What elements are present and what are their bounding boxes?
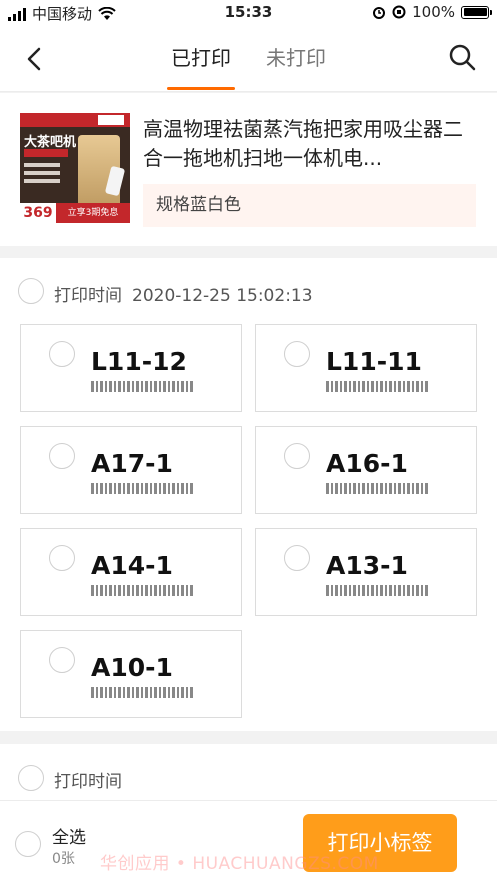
product-image-promo: 立享3期免息 <box>56 203 130 223</box>
label-select-radio[interactable] <box>49 341 75 367</box>
select-all-label[interactable]: 全选 <box>52 823 86 848</box>
label-card[interactable]: A13-1 <box>255 528 477 616</box>
alarm-icon <box>373 7 386 19</box>
label-code: A13-1 <box>326 551 408 580</box>
barcode-icon <box>326 483 429 494</box>
barcode-icon <box>91 483 194 494</box>
label-code: A14-1 <box>91 551 173 580</box>
label-card[interactable]: L11-11 <box>255 324 477 412</box>
group-select-radio[interactable] <box>18 278 44 304</box>
label-code: A16-1 <box>326 449 408 478</box>
battery-percent: 100% <box>412 3 455 21</box>
label-select-radio[interactable] <box>49 545 75 571</box>
product-title: 高温物理祛菌蒸汽拖把家用吸尘器二合一拖地机扫地一体机电... <box>143 117 463 170</box>
label-card[interactable]: A10-1 <box>20 630 242 718</box>
barcode-icon <box>91 381 194 392</box>
chevron-left-icon[interactable] <box>20 44 50 74</box>
print-time-label: 打印时间 <box>54 286 122 306</box>
print-labels-button[interactable]: 打印小标签 <box>303 814 457 872</box>
label-select-radio[interactable] <box>284 443 310 469</box>
group-header: 打印时间 <box>54 767 122 792</box>
battery-icon <box>461 5 492 19</box>
barcode-icon <box>326 381 429 392</box>
print-timestamp: 2020-12-25 15:02:13 <box>132 286 313 306</box>
nav-bar: 已打印 未打印 <box>0 24 497 92</box>
label-select-radio[interactable] <box>49 443 75 469</box>
label-select-radio[interactable] <box>284 545 310 571</box>
label-select-radio[interactable] <box>49 647 75 673</box>
rotation-lock-icon <box>392 5 406 19</box>
label-code: L11-11 <box>326 347 422 376</box>
selected-count: 0张 <box>52 851 75 867</box>
label-code: A17-1 <box>91 449 173 478</box>
tab-printed[interactable]: 已打印 <box>171 42 231 71</box>
product-spec: 规格蓝白色 <box>143 184 476 227</box>
search-icon[interactable] <box>447 42 477 72</box>
print-group: 打印时间 <box>0 744 497 804</box>
label-card[interactable]: A14-1 <box>20 528 242 616</box>
barcode-icon <box>326 585 429 596</box>
label-code: A10-1 <box>91 653 173 682</box>
label-code: L11-12 <box>91 347 187 376</box>
label-select-radio[interactable] <box>284 341 310 367</box>
bottom-action-bar: 全选 0张 打印小标签 <box>0 800 497 883</box>
product-card: 大茶吧机 369 立享3期免息 高温物理祛菌蒸汽拖把家用吸尘器二合一拖地机扫地一… <box>0 93 497 246</box>
label-card[interactable]: A16-1 <box>255 426 477 514</box>
select-all-radio[interactable] <box>15 831 41 857</box>
label-card[interactable]: A17-1 <box>20 426 242 514</box>
tab-unprinted[interactable]: 未打印 <box>266 42 326 71</box>
barcode-icon <box>91 687 194 698</box>
label-card[interactable]: L11-12 <box>20 324 242 412</box>
status-bar: 中国移动 15:33 100% <box>0 0 497 24</box>
tab-indicator <box>167 87 235 90</box>
group-header: 打印时间 2020-12-25 15:02:13 <box>54 281 313 306</box>
print-time-label: 打印时间 <box>54 772 122 792</box>
print-group: 打印时间 2020-12-25 15:02:13 L11-12 L11-11 A1… <box>0 258 497 731</box>
barcode-icon <box>91 585 194 596</box>
product-image-price: 369 <box>20 203 56 223</box>
group-select-radio[interactable] <box>18 765 44 791</box>
product-image-headline: 大茶吧机 <box>24 135 77 150</box>
product-image: 大茶吧机 369 立享3期免息 <box>20 113 130 223</box>
